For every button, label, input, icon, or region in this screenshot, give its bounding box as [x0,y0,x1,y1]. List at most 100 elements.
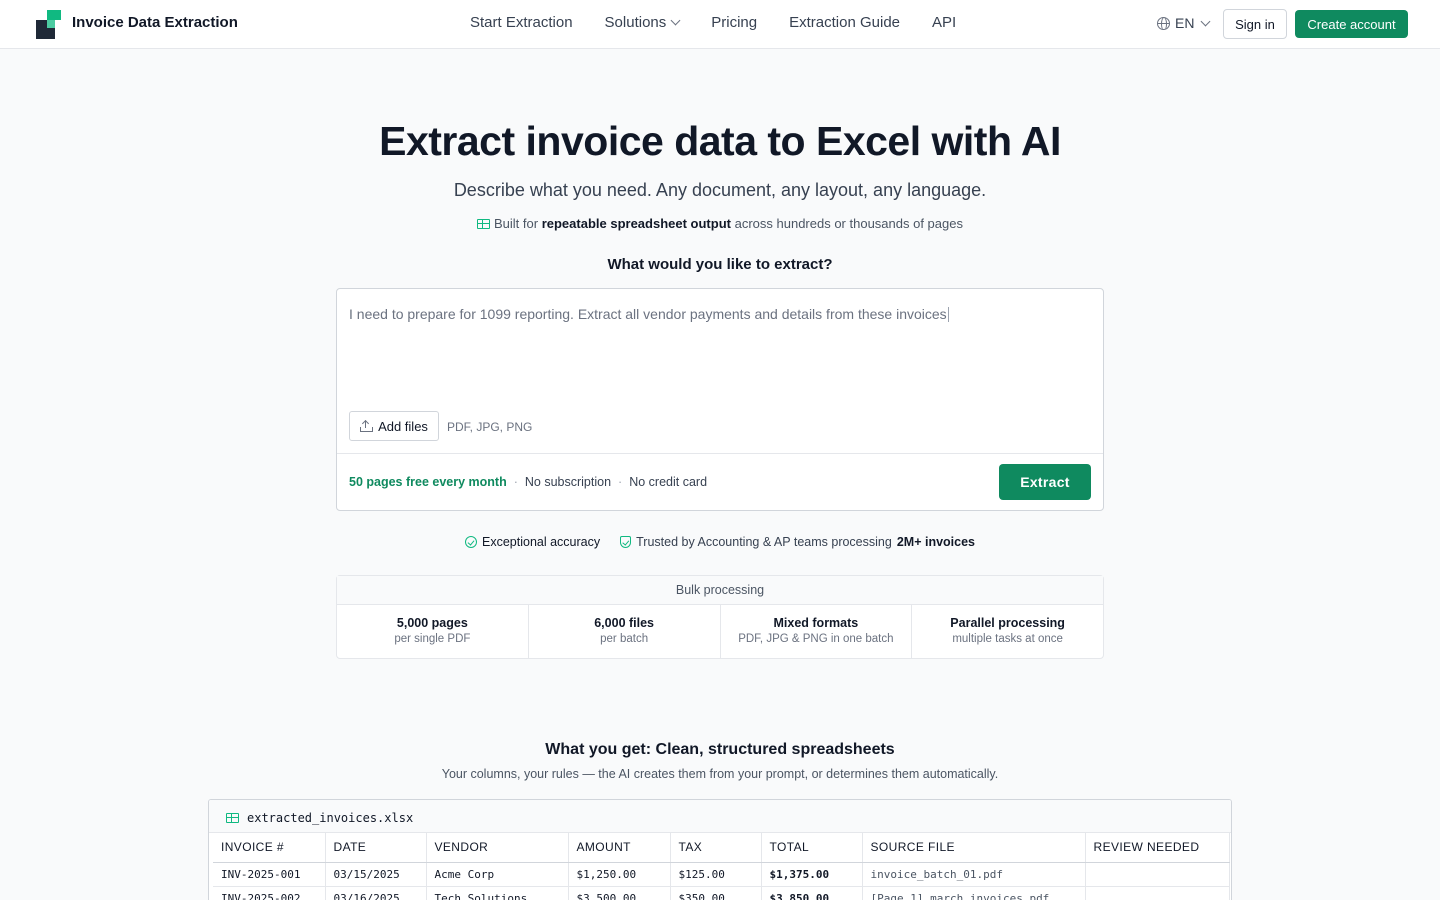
page-subtitle: Describe what you need. Any document, an… [453,180,987,200]
table-cell: [Page 1] march_invoices.pdf [862,886,1086,900]
free-tier-info: 50 pages free every month · No subscript… [349,475,707,489]
main-nav: Start Extraction Solutions Pricing Extra… [470,14,956,31]
bulk-title: Bulk processing [337,576,1103,605]
bulk-stat: 6,000 files per batch [529,605,721,659]
extract-button[interactable]: Extract [999,464,1091,500]
bulk-stat-sub: per batch [600,633,649,645]
table-cell: INV-2025-001 [213,862,326,887]
chevron-down-icon [1201,16,1211,26]
shield-check-icon [620,536,632,548]
bulk-stat: Mixed formats PDF, JPG & PNG in one batc… [721,605,913,659]
table-cell: Acme Corp [426,862,569,887]
bulk-stat-main: 6,000 files [594,616,654,630]
bulk-stat-main: Mixed formats [773,616,859,630]
no-credit-card-text: No credit card [629,475,708,489]
extracted-data-table: INVOICE # DATE VENDOR AMOUNT TAX TOTAL S… [213,833,1230,900]
spreadsheet-icon [477,219,490,229]
separator-dot: · [513,475,518,489]
table-cell: $1,375.00 [761,862,863,887]
spreadsheet-preview: extracted_invoices.xlsx INVOICE # DATE V… [208,799,1232,900]
table-cell: $1,250.00 [568,862,671,887]
trust-badges: Exceptional accuracy Trusted by Accounti… [0,535,1440,549]
column-header: AMOUNT [568,833,671,863]
upload-icon [360,419,374,432]
sign-in-button[interactable]: Sign in [1223,9,1287,39]
spreadsheet-header: extracted_invoices.xlsx [209,800,1231,833]
table-cell: invoice_batch_01.pdf [862,862,1086,887]
bulk-stat-sub: per single PDF [394,633,471,645]
column-header: TAX [670,833,762,863]
nav-label: Pricing [711,14,758,31]
top-navigation-bar: Invoice Data Extraction Start Extraction… [0,0,1440,49]
nav-api[interactable]: API [932,14,956,31]
extract-question-label: What would you like to extract? [607,256,833,273]
bulk-stat-sub: multiple tasks at once [952,633,1063,645]
brand-logo-icon[interactable] [36,10,61,39]
table-cell: 03/16/2025 [325,886,427,900]
nav-solutions[interactable]: Solutions [604,14,681,31]
table-cell [1085,862,1230,887]
nav-label: Solutions [604,14,667,31]
extraction-prompt-card: I need to prepare for 1099 reporting. Ex… [336,288,1104,511]
bulk-stat-main: Parallel processing [950,616,1065,630]
language-selector[interactable]: EN [1157,15,1211,31]
spreadsheet-icon [226,813,239,823]
table-row: INV-2025-002 03/16/2025 Tech Solutions $… [213,886,1230,900]
built-for-note: Built for repeatable spreadsheet output … [0,216,1440,231]
table-cell: Tech Solutions [426,886,569,900]
brand-name[interactable]: Invoice Data Extraction [72,14,238,31]
bulk-stat: 5,000 pages per single PDF [337,605,529,659]
check-circle-icon [465,536,477,548]
nav-label: API [932,14,957,31]
output-section-subtitle: Your columns, your rules — the AI create… [441,767,999,781]
supported-formats: PDF, JPG, PNG [447,420,533,434]
no-subscription-text: No subscription [524,475,612,489]
column-header: VENDOR [426,833,569,863]
bulk-stat-main: 5,000 pages [396,616,468,630]
column-header: DATE [325,833,427,863]
column-header: INVOICE # [213,833,326,863]
bulk-stat-sub: PDF, JPG & PNG in one batch [738,633,894,645]
table-cell: $3,500.00 [568,886,671,900]
nav-pricing[interactable]: Pricing [711,14,757,31]
free-pages-text: 50 pages free every month [349,475,507,489]
nav-label: Start Extraction [470,14,573,31]
accuracy-badge: Exceptional accuracy [465,535,600,549]
prompt-text-value: I need to prepare for 1099 reporting. Ex… [349,306,947,322]
card-divider [337,453,1103,454]
table-cell: $350.00 [670,886,762,900]
table-cell: INV-2025-002 [213,886,326,900]
trusted-bold: 2M+ invoices [896,535,975,549]
bulk-stats-row: 5,000 pages per single PDF 6,000 files p… [337,605,1103,659]
prompt-textarea[interactable]: I need to prepare for 1099 reporting. Ex… [349,306,949,322]
table-cell: $125.00 [670,862,762,887]
filename-text: extracted_invoices.xlsx [247,811,414,825]
separator-dot: · [618,475,623,489]
accuracy-text: Exceptional accuracy [482,535,601,549]
add-files-label: Add files [378,418,428,434]
table-header-row: INVOICE # DATE VENDOR AMOUNT TAX TOTAL S… [213,833,1230,863]
column-header: SOURCE FILE [862,833,1086,863]
spreadsheet-filename: extracted_invoices.xlsx [226,811,413,825]
add-files-button[interactable]: Add files [349,411,439,441]
output-section-title: What you get: Clean, structured spreadsh… [545,741,895,758]
nav-extraction-guide[interactable]: Extraction Guide [789,14,900,31]
chevron-down-icon [670,15,681,26]
bulk-stat: Parallel processing multiple tasks at on… [912,605,1103,659]
table-cell: $3,850.00 [761,886,863,900]
trusted-prefix: Trusted by Accounting & AP teams process… [636,535,892,549]
nav-start-extraction[interactable]: Start Extraction [470,14,573,31]
built-suffix: across hundreds or thousands of pages [734,216,963,231]
built-prefix: Built for [494,216,539,231]
create-account-button[interactable]: Create account [1295,10,1408,38]
nav-label: Extraction Guide [789,14,901,31]
trusted-by-badge: Trusted by Accounting & AP teams process… [620,535,975,549]
built-bold: repeatable spreadsheet output [541,216,731,231]
text-caret [947,307,949,322]
table-row: INV-2025-001 03/15/2025 Acme Corp $1,250… [213,862,1230,887]
language-label: EN [1175,15,1195,31]
table-cell [1085,886,1230,900]
column-header: REVIEW NEEDED [1085,833,1230,863]
bulk-processing-panel: Bulk processing 5,000 pages per single P… [336,575,1104,659]
page-title: Extract invoice data to Excel with AI [379,118,1061,164]
